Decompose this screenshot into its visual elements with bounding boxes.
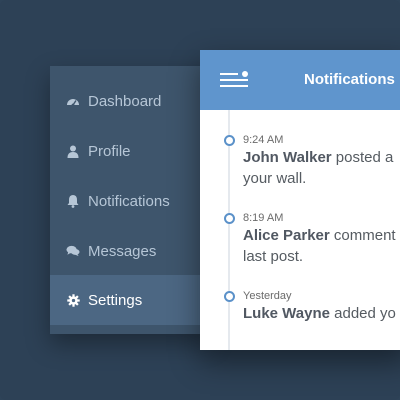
notification-text: Alice Parker comment	[243, 227, 396, 244]
panel-title: Notifications	[304, 71, 395, 88]
sidebar-item-settings[interactable]: Settings	[50, 275, 210, 325]
sidebar-item-label: Dashboard	[88, 92, 162, 110]
dashboard-icon	[66, 94, 80, 108]
sidebar-item-notifications[interactable]: Notifications	[50, 176, 210, 226]
menu-icon[interactable]	[220, 70, 250, 90]
notification-text-continued: last post.	[243, 248, 304, 265]
panel-header: Notifications	[200, 50, 400, 110]
notification-time: Yesterday	[243, 290, 292, 302]
sidebar-item-label: Messages	[88, 242, 157, 260]
app-background: Dashboard Profile Notifications Messages…	[0, 0, 400, 400]
chat-icon	[66, 244, 80, 258]
notification-text-continued: your wall.	[243, 170, 307, 187]
sidebar: Dashboard Profile Notifications Messages…	[50, 66, 210, 334]
timeline-dot	[224, 135, 235, 146]
notifications-panel: Notifications 9:24 AM John Walker posted…	[200, 50, 400, 350]
sidebar-item-dashboard[interactable]: Dashboard	[50, 76, 210, 126]
notification-author: Luke Wayne	[243, 305, 330, 322]
user-icon	[66, 144, 80, 158]
notification-text: John Walker posted a	[243, 149, 394, 166]
notification-time: 8:19 AM	[243, 212, 284, 224]
bell-icon	[66, 194, 80, 208]
timeline-dot	[224, 291, 235, 302]
gear-icon	[66, 293, 80, 307]
sidebar-item-label: Settings	[88, 291, 143, 309]
sidebar-item-label: Profile	[88, 142, 131, 160]
notification-author: Alice Parker	[243, 227, 330, 244]
sidebar-item-label: Notifications	[88, 192, 170, 210]
timeline-line	[228, 110, 230, 350]
sidebar-item-profile[interactable]: Profile	[50, 126, 210, 176]
notification-time: 9:24 AM	[243, 134, 284, 146]
notification-text: Luke Wayne added yo	[243, 305, 396, 322]
notification-author: John Walker	[243, 149, 332, 166]
timeline-dot	[224, 213, 235, 224]
sidebar-item-messages[interactable]: Messages	[50, 226, 210, 276]
